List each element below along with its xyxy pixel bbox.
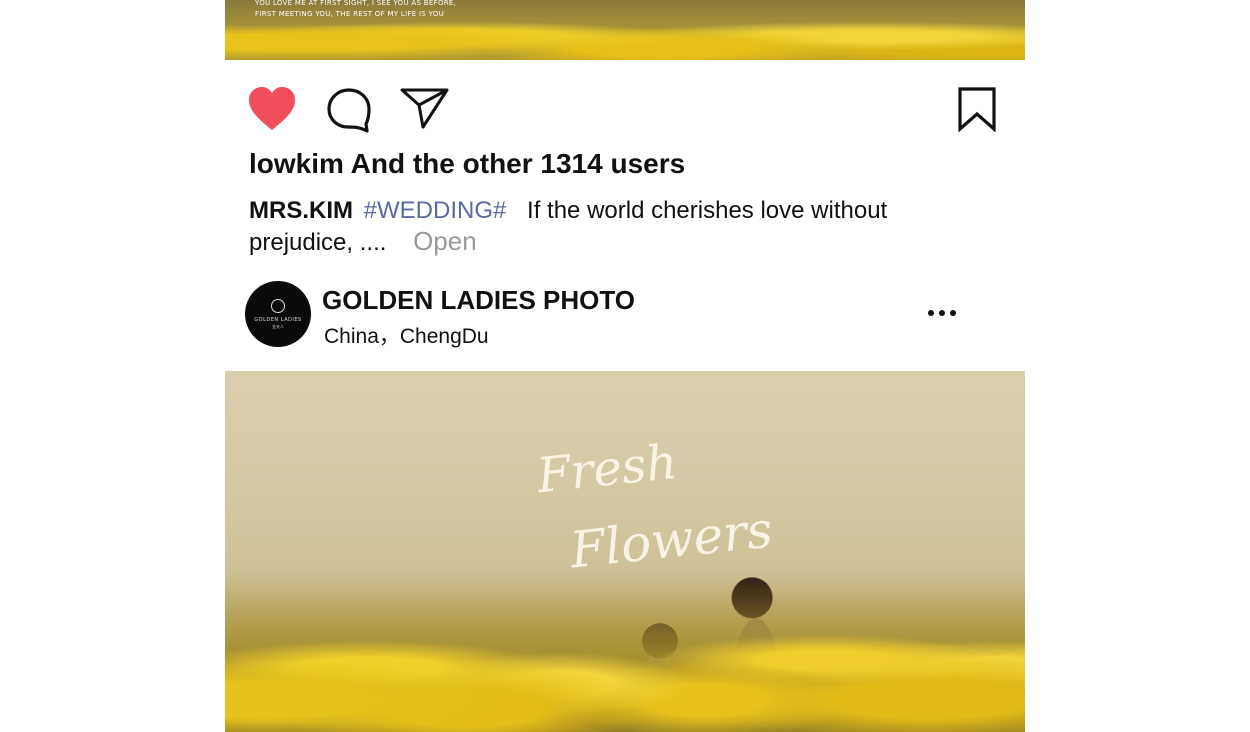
avatar-logo-subtext: 金夫人 [272, 324, 284, 329]
caption-author[interactable]: MRS.KIM [249, 197, 353, 224]
bookmark-icon[interactable] [957, 86, 997, 132]
heart-icon[interactable] [247, 86, 297, 132]
account-header: GOLDEN LADIES 金夫人 GOLDEN LADIES PHOTO Ch… [225, 280, 1025, 348]
account-location[interactable]: China，ChengDu [324, 320, 489, 350]
photo-caption-line-1: YOU LOVE ME AT FIRST SIGHT, I SEE YOU AS… [255, 0, 457, 7]
post-action-bar [225, 82, 1025, 136]
photo-caption-line-2: FIRST MEETING YOU, THE REST OF MY LIFE I… [255, 10, 445, 18]
avatar[interactable]: GOLDEN LADIES 金夫人 [245, 281, 311, 347]
avatar-logo-text: GOLDEN LADIES [254, 317, 302, 323]
likes-summary[interactable]: lowkim And the other 1314 users [249, 148, 685, 180]
more-options-icon[interactable] [927, 298, 957, 328]
feed: YOU LOVE ME AT FIRST SIGHT, I SEE YOU AS… [225, 0, 1025, 732]
photo-script-line-2: Flowers [567, 500, 776, 580]
photo-caption-overlay: YOU LOVE ME AT FIRST SIGHT, I SEE YOU AS… [255, 0, 456, 20]
caption-more-link[interactable]: Open [413, 226, 477, 256]
logo-mark-icon [271, 299, 285, 313]
photo-flower-field [225, 572, 1025, 732]
previous-post-photo[interactable]: YOU LOVE ME AT FIRST SIGHT, I SEE YOU AS… [225, 0, 1025, 60]
caption-hashtag[interactable]: #WEDDING# [364, 197, 507, 224]
photo-script-line-1: Fresh [534, 433, 680, 505]
account-name[interactable]: GOLDEN LADIES PHOTO [322, 285, 635, 316]
post-photo[interactable]: Fresh Flowers [225, 371, 1025, 732]
comment-icon[interactable] [325, 86, 373, 134]
post-caption: MRS.KIM #WEDDING# If the world cherishes… [249, 196, 949, 258]
send-icon[interactable] [400, 86, 450, 130]
